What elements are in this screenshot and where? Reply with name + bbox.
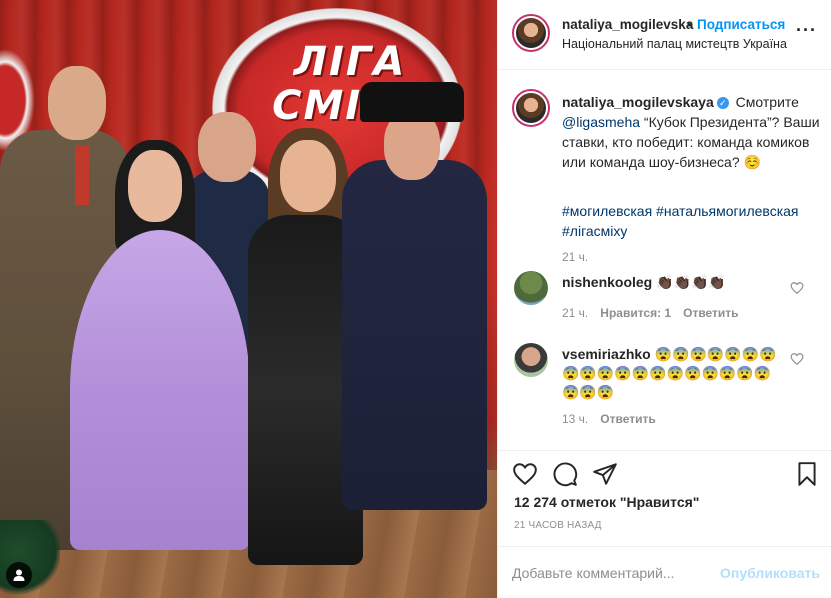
comment-username-link[interactable]: vsemiriazhko [562, 346, 651, 362]
comment-text: 👏🏿👏🏿👏🏿👏🏿 [656, 274, 726, 290]
post-header: nataliya_mogilevska • Подписаться Націон… [498, 0, 831, 70]
follow-button[interactable]: Подписаться [697, 17, 785, 32]
person-5-plaid-suit [342, 160, 487, 510]
share-icon[interactable] [592, 461, 618, 487]
post-actions: 12 274 отметок "Нравится" 21 часов назад [498, 450, 831, 546]
caption-text-start: Смотрите [735, 94, 799, 110]
person-4-head [280, 140, 336, 212]
user-tag-button[interactable] [6, 562, 32, 588]
comment-like-heart-icon[interactable] [790, 352, 804, 366]
bookmark-icon[interactable] [794, 461, 820, 487]
commenter-avatar[interactable] [514, 343, 548, 377]
comment-like-heart-icon[interactable] [790, 281, 804, 295]
comment-input[interactable] [512, 559, 712, 587]
heart-icon[interactable] [512, 461, 538, 487]
caption-username-link[interactable]: nataliya_mogilevskaya [562, 94, 714, 110]
comment-item: vsemiriazhko 😨😨😨😨😨😨😨😨😨😨😨😨😨😨😨😨😨😨😨😨😨😨 [562, 345, 782, 402]
caption-mention-link[interactable]: @ligasmeha [562, 114, 640, 130]
caption-hashtags[interactable]: #могилевская #натальямогилевская #лігасм… [562, 201, 824, 241]
verified-badge-icon: ✓ [716, 97, 729, 110]
comment-meta: 21 ч. Нравится: 1 Ответить [562, 306, 751, 320]
likes-count[interactable]: 12 274 отметок "Нравится" [514, 494, 699, 510]
post-photo[interactable]: ЛIГА СМIХУ [0, 0, 497, 598]
comment-username-link[interactable]: nishenkooleg [562, 274, 652, 290]
post-caption: nataliya_mogilevskaya ✓ Смотрите @ligasme… [562, 92, 824, 172]
reply-button[interactable]: Ответить [683, 306, 738, 320]
reply-button[interactable]: Ответить [600, 412, 655, 426]
person-2-lilac-dress [70, 230, 250, 550]
person-1-tie [75, 145, 89, 205]
post-timestamp[interactable]: 21 часов назад [514, 520, 602, 531]
person-3-head [198, 112, 256, 182]
person-5-top-hat [360, 82, 464, 122]
person-1-head [48, 66, 106, 140]
more-options-icon[interactable]: ··· [796, 21, 817, 39]
comments-section[interactable]: nataliya_mogilevskaya ✓ Смотрите @ligasme… [498, 71, 831, 451]
person-2-head [128, 150, 182, 222]
christmas-tree-branch [0, 520, 60, 598]
comment-time: 21 ч. [562, 306, 589, 320]
comment-item: nishenkooleg 👏🏿👏🏿👏🏿👏🏿 [562, 274, 726, 291]
separator-dot: • [687, 17, 692, 32]
location-link[interactable]: Національний палац мистецтв Україна [562, 37, 787, 51]
post-details-panel: nataliya_mogilevska • Подписаться Націон… [497, 0, 831, 598]
owner-username-link[interactable]: nataliya_mogilevska [562, 17, 693, 32]
commenter-avatar[interactable] [514, 271, 548, 305]
comment-icon[interactable] [552, 461, 578, 487]
user-tag-icon [13, 569, 25, 581]
comment-meta: 13 ч. Ответить [562, 412, 668, 426]
add-comment-bar: Опубликовать [498, 546, 831, 598]
comment-likes-count[interactable]: Нравится: 1 [600, 306, 671, 320]
caption-author-avatar[interactable] [512, 89, 550, 127]
comment-time: 13 ч. [562, 412, 589, 426]
owner-avatar[interactable] [512, 14, 550, 52]
publish-button[interactable]: Опубликовать [720, 565, 820, 581]
caption-timestamp: 21 ч. [562, 250, 589, 264]
